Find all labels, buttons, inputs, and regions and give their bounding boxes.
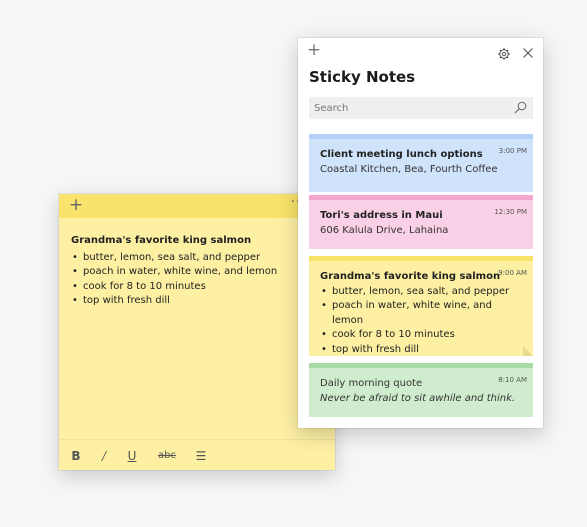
note-card[interactable]: 3:00 PM Client meeting lunch options Coa… — [309, 134, 533, 192]
list-item: butter, lemon, sea salt, and pepper — [320, 285, 522, 300]
note-bullet-list: butter, lemon, sea salt, and pepper poac… — [71, 251, 323, 309]
underline-button[interactable]: U — [126, 448, 138, 464]
note-card-title: Client meeting lunch options — [320, 149, 483, 160]
note-card-title: Tori's address in Maui — [320, 210, 443, 221]
gear-icon[interactable] — [498, 45, 510, 60]
note-card-body: Coastal Kitchen, Bea, Fourth Coffee — [320, 163, 498, 175]
search-input[interactable] — [314, 99, 504, 117]
page-fold-corner — [523, 346, 533, 356]
app-title: Sticky Notes — [309, 68, 416, 86]
search-icon[interactable] — [514, 101, 527, 114]
plus-icon[interactable]: + — [67, 196, 85, 214]
list-item: cook for 8 to 10 minutes — [71, 280, 323, 295]
note-card[interactable]: 9:00 AM Grandma's favorite king salmon b… — [309, 256, 533, 358]
close-icon[interactable] — [522, 44, 534, 58]
note-card-title: Grandma's favorite king salmon — [320, 271, 501, 282]
note-timestamp: 12:30 PM — [494, 208, 527, 216]
bold-button[interactable]: B — [70, 448, 82, 464]
plus-icon[interactable]: + — [306, 42, 322, 59]
list-item: cook for 8 to 10 minutes — [320, 328, 522, 343]
note-card[interactable]: 12:30 PM Tori's address in Maui 606 Kalu… — [309, 195, 533, 249]
list-item: poach in water, white wine, and lemon — [320, 299, 522, 328]
note-card-title: Daily morning quote — [320, 378, 423, 389]
sticky-notes-window: + Sticky Notes Search 3:00 PM Client mee… — [298, 38, 543, 428]
note-timestamp: 8:10 AM — [498, 376, 527, 384]
strikethrough-button[interactable]: abc — [155, 448, 179, 464]
note-card[interactable]: 8:10 AM Daily morning quote Never be afr… — [309, 363, 533, 417]
search-box[interactable] — [309, 97, 533, 119]
note-timestamp: 3:00 PM — [498, 147, 527, 155]
note-card-list: butter, lemon, sea salt, and pepper poac… — [320, 285, 522, 358]
list-item: top with fresh dill — [71, 294, 323, 309]
note-titlebar[interactable]: + ·· — [59, 194, 335, 218]
note-card-body: 606 Kalula Drive, Lahaina — [320, 224, 449, 236]
note-editor[interactable]: Grandma's favorite king salmon butter, l… — [59, 218, 335, 309]
italic-button[interactable]: / — [99, 448, 109, 464]
list-item: top with fresh dill — [320, 343, 522, 358]
note-card-body: Never be afraid to sit awhile and think. — [320, 392, 516, 404]
note-window: + ·· Grandma's favorite king salmon butt… — [59, 194, 335, 470]
format-toolbar: B / U abc ☰ — [59, 439, 335, 470]
note-timestamp: 9:00 AM — [498, 269, 527, 277]
note-title: Grandma's favorite king salmon — [71, 235, 252, 246]
bullet-list-button[interactable]: ☰ — [194, 448, 208, 464]
list-item: poach in water, white wine, and lemon — [71, 265, 323, 280]
list-item: butter, lemon, sea salt, and pepper — [71, 251, 323, 266]
